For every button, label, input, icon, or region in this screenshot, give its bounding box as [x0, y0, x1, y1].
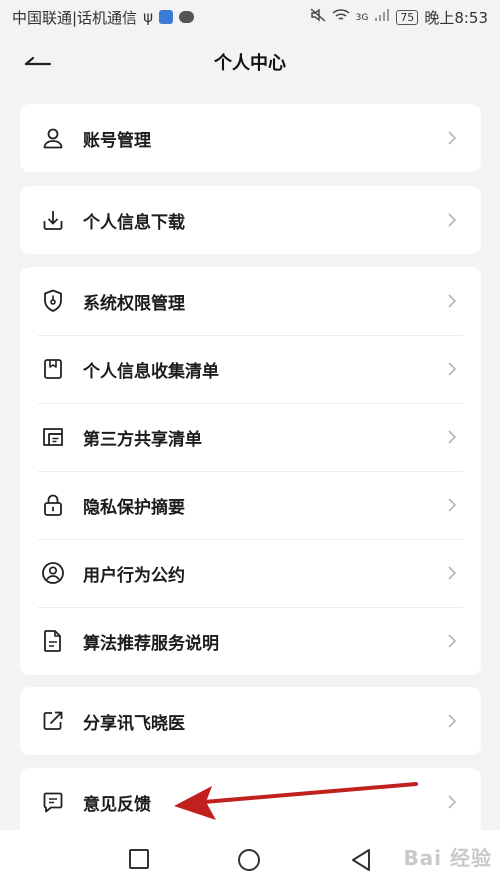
chevron-right-icon [448, 714, 457, 728]
recents-square-icon[interactable] [128, 848, 150, 870]
clock-text: 晚上8:53 [424, 8, 488, 27]
menu-item-share-app[interactable]: 分享讯飞晓医 [20, 687, 481, 755]
menu-item-label: 账号管理 [83, 130, 151, 151]
network-type: 3G [355, 12, 369, 23]
mute-icon [310, 8, 326, 26]
status-bar: 中国联通|话机通信 ψ 3G 75 晚上8:53 [0, 0, 500, 34]
back-triangle-icon[interactable] [350, 848, 372, 872]
chevron-right-icon [448, 795, 457, 809]
menu-item-label: 分享讯飞晓医 [83, 713, 185, 734]
status-left: 中国联通|话机通信 ψ [12, 7, 194, 28]
lock-icon [40, 492, 66, 518]
battery-icon: 75 [396, 9, 419, 25]
feedback-icon [40, 789, 66, 815]
share-list-icon [40, 424, 66, 450]
status-right: 3G 75 晚上8:53 [310, 7, 488, 28]
document-icon [40, 628, 66, 654]
menu-item-info-download[interactable]: 个人信息下载 [20, 186, 481, 254]
menu-item-label: 算法推荐服务说明 [83, 633, 219, 654]
chevron-right-icon [448, 566, 457, 580]
message-bubble-icon [178, 11, 194, 23]
chevron-right-icon [448, 294, 457, 308]
chevron-right-icon [448, 634, 457, 648]
page-title: 个人中心 [214, 53, 286, 74]
back-button[interactable] [22, 48, 58, 76]
card-download: 个人信息下载 [20, 186, 481, 254]
user-circle-icon [40, 560, 66, 586]
chevron-right-icon [448, 362, 457, 376]
menu-item-account-management[interactable]: 账号管理 [20, 104, 481, 172]
menu-item-user-conduct[interactable]: 用户行为公约 [20, 539, 481, 607]
top-bar: 个人中心 [0, 34, 500, 90]
watermark-text: Bai 经验 [403, 846, 492, 870]
card-privacy-group: 系统权限管理 个人信息收集清单 第三方共享清单 隐私保护摘要 用户行为公约 算法 [20, 267, 481, 675]
chevron-right-icon [448, 430, 457, 444]
share-icon [40, 708, 66, 734]
home-circle-icon[interactable] [237, 848, 261, 872]
back-arrow-icon [24, 56, 52, 66]
menu-item-label: 个人信息下载 [83, 212, 185, 233]
annotation-arrow-icon [174, 782, 418, 820]
menu-item-system-permissions[interactable]: 系统权限管理 [20, 267, 481, 335]
chevron-right-icon [448, 498, 457, 512]
menu-item-label: 系统权限管理 [83, 293, 185, 314]
chevron-right-icon [448, 213, 457, 227]
menu-item-label: 隐私保护摘要 [83, 497, 185, 518]
usb-icon: ψ [143, 8, 153, 26]
menu-item-info-collection-list[interactable]: 个人信息收集清单 [20, 335, 481, 403]
bookmark-doc-icon [40, 356, 66, 382]
shield-badge-icon [158, 10, 173, 24]
user-icon [40, 125, 66, 151]
menu-item-algorithm-service[interactable]: 算法推荐服务说明 [20, 607, 481, 675]
shield-icon [40, 288, 66, 314]
card-share: 分享讯飞晓医 [20, 687, 481, 755]
menu-item-third-party-list[interactable]: 第三方共享清单 [20, 403, 481, 471]
menu-item-label: 个人信息收集清单 [83, 361, 219, 382]
card-account: 账号管理 [20, 104, 481, 172]
wifi-icon [332, 8, 350, 26]
menu-item-label: 第三方共享清单 [83, 429, 202, 450]
signal-icon [374, 8, 390, 26]
menu-item-privacy-summary[interactable]: 隐私保护摘要 [20, 471, 481, 539]
download-icon [40, 207, 66, 233]
carrier-text: 中国联通|话机通信 [12, 8, 138, 27]
menu-item-label: 用户行为公约 [83, 565, 185, 586]
chevron-right-icon [448, 131, 457, 145]
